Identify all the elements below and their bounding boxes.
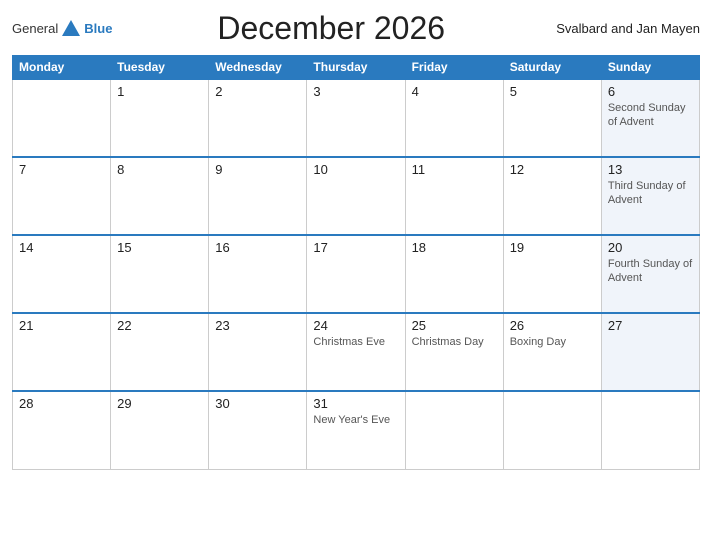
logo-general-text: General — [12, 21, 58, 36]
day-number: 24 — [313, 318, 398, 333]
day-cell: 12 — [503, 157, 601, 235]
day-number: 25 — [412, 318, 497, 333]
day-cell: 2 — [209, 79, 307, 157]
day-number: 21 — [19, 318, 104, 333]
col-friday: Friday — [405, 56, 503, 80]
day-cell: 10 — [307, 157, 405, 235]
day-cell: 3 — [307, 79, 405, 157]
day-event: Second Sunday of Advent — [608, 101, 693, 130]
day-cell: 7 — [13, 157, 111, 235]
day-cell: 26 Boxing Day — [503, 313, 601, 391]
header-row: Monday Tuesday Wednesday Thursday Friday… — [13, 56, 700, 80]
col-tuesday: Tuesday — [111, 56, 209, 80]
day-cell — [503, 391, 601, 469]
day-cell: 31 New Year's Eve — [307, 391, 405, 469]
calendar-region: Svalbard and Jan Mayen — [550, 21, 700, 36]
day-number: 15 — [117, 240, 202, 255]
day-number: 28 — [19, 396, 104, 411]
week-row-1: 123456 Second Sunday of Advent — [13, 79, 700, 157]
day-cell: 14 — [13, 235, 111, 313]
day-number: 1 — [117, 84, 202, 99]
calendar-title: December 2026 — [112, 10, 550, 47]
day-number: 7 — [19, 162, 104, 177]
day-event: Third Sunday of Advent — [608, 179, 693, 208]
day-number: 26 — [510, 318, 595, 333]
day-number: 10 — [313, 162, 398, 177]
day-number: 19 — [510, 240, 595, 255]
day-cell — [13, 79, 111, 157]
day-cell: 20 Fourth Sunday of Advent — [601, 235, 699, 313]
day-event: Christmas Eve — [313, 335, 398, 349]
week-row-5: 28 29 30 31 New Year's Eve — [13, 391, 700, 469]
day-number: 2 — [215, 84, 300, 99]
day-cell: 29 — [111, 391, 209, 469]
day-cell — [601, 391, 699, 469]
day-cell: 6 Second Sunday of Advent — [601, 79, 699, 157]
day-number: 9 — [215, 162, 300, 177]
day-number: 8 — [117, 162, 202, 177]
col-monday: Monday — [13, 56, 111, 80]
day-number: 22 — [117, 318, 202, 333]
day-cell — [405, 391, 503, 469]
day-cell: 27 — [601, 313, 699, 391]
day-number: 17 — [313, 240, 398, 255]
col-sunday: Sunday — [601, 56, 699, 80]
day-number: 20 — [608, 240, 693, 255]
week-row-2: 789 10 11 12 13 Third Sunday of Advent — [13, 157, 700, 235]
day-cell: 13 Third Sunday of Advent — [601, 157, 699, 235]
day-event: Boxing Day — [510, 335, 595, 349]
day-cell: 1 — [111, 79, 209, 157]
day-number: 13 — [608, 162, 693, 177]
day-number: 6 — [608, 84, 693, 99]
logo-blue-text: Blue — [84, 21, 112, 36]
day-number: 5 — [510, 84, 595, 99]
day-cell: 4 — [405, 79, 503, 157]
week-row-4: 21 22 23 24 Christmas Eve 25 Christmas Day 26 Bo… — [13, 313, 700, 391]
day-number: 31 — [313, 396, 398, 411]
week-row-3: 14 15 16 17 18 19 20 Fourth Sunday of Advent — [13, 235, 700, 313]
calendar-grid: Monday Tuesday Wednesday Thursday Friday… — [12, 55, 700, 470]
day-cell: 11 — [405, 157, 503, 235]
day-event: Christmas Day — [412, 335, 497, 349]
day-number: 14 — [19, 240, 104, 255]
day-number: 3 — [313, 84, 398, 99]
day-number: 4 — [412, 84, 497, 99]
day-cell: 9 — [209, 157, 307, 235]
col-thursday: Thursday — [307, 56, 405, 80]
day-cell: 8 — [111, 157, 209, 235]
calendar-container: General Blue December 2026 Svalbard and … — [0, 0, 712, 550]
day-cell: 25 Christmas Day — [405, 313, 503, 391]
day-cell: 24 Christmas Eve — [307, 313, 405, 391]
day-number: 18 — [412, 240, 497, 255]
day-number: 16 — [215, 240, 300, 255]
day-event: New Year's Eve — [313, 413, 398, 427]
col-wednesday: Wednesday — [209, 56, 307, 80]
day-number: 12 — [510, 162, 595, 177]
day-cell: 28 — [13, 391, 111, 469]
day-number: 27 — [608, 318, 693, 333]
day-number: 30 — [215, 396, 300, 411]
logo: General Blue — [12, 18, 112, 40]
day-cell: 22 — [111, 313, 209, 391]
logo-icon — [60, 18, 82, 40]
day-cell: 17 — [307, 235, 405, 313]
day-event: Fourth Sunday of Advent — [608, 257, 693, 286]
day-cell: 15 — [111, 235, 209, 313]
day-number: 11 — [412, 162, 497, 177]
day-cell: 19 — [503, 235, 601, 313]
day-cell: 18 — [405, 235, 503, 313]
day-cell: 21 — [13, 313, 111, 391]
day-number: 23 — [215, 318, 300, 333]
day-cell: 16 — [209, 235, 307, 313]
col-saturday: Saturday — [503, 56, 601, 80]
day-cell: 30 — [209, 391, 307, 469]
day-cell: 5 — [503, 79, 601, 157]
day-number: 29 — [117, 396, 202, 411]
day-cell: 23 — [209, 313, 307, 391]
calendar-header: General Blue December 2026 Svalbard and … — [12, 10, 700, 47]
